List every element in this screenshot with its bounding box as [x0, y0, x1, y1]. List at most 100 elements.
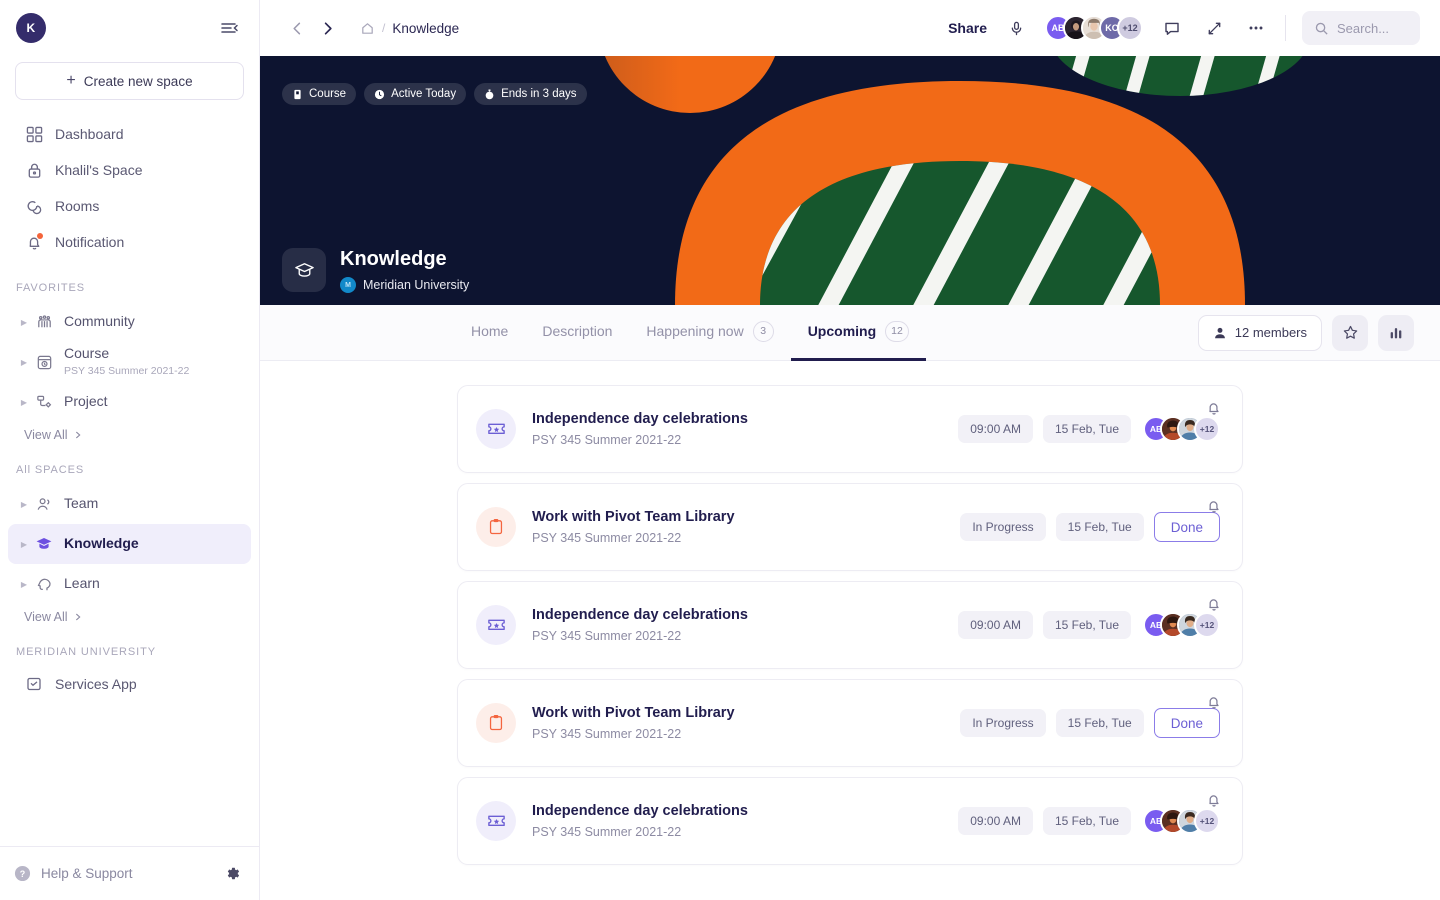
sidebar-space-team[interactable]: ▶ Team: [8, 484, 251, 524]
more-options-icon[interactable]: [1243, 15, 1269, 41]
microphone-icon[interactable]: [1003, 15, 1029, 41]
avatar-overflow-count[interactable]: +12: [1194, 808, 1220, 834]
sidebar-item-rooms[interactable]: Rooms: [8, 188, 251, 224]
ticket-star-icon: [476, 409, 516, 449]
card-text: Independence day celebrations PSY 345 Su…: [532, 607, 748, 643]
sidebar-item-notification[interactable]: Notification: [8, 224, 251, 260]
date-pill: 15 Feb, Tue: [1055, 709, 1144, 737]
all-spaces-view-all[interactable]: View All: [0, 604, 259, 624]
chevron-right-icon[interactable]: ▶: [16, 580, 32, 589]
back-icon[interactable]: [282, 13, 312, 43]
sidebar-label-services-app: Services App: [55, 676, 137, 692]
badge-ends-in: Ends in 3 days: [474, 83, 587, 105]
card-subtitle: PSY 345 Summer 2021-22: [532, 531, 682, 545]
avatar-overflow-count[interactable]: +12: [1194, 612, 1220, 638]
sidebar-label-rooms: Rooms: [55, 198, 100, 214]
settings-gear-icon[interactable]: [224, 865, 241, 882]
bell-icon[interactable]: [1206, 400, 1222, 416]
avatar-overflow-count[interactable]: +12: [1194, 416, 1220, 442]
space-text: Learn: [64, 575, 100, 593]
clock-icon: [374, 89, 385, 99]
time-pill: 09:00 AM: [958, 415, 1033, 443]
chevron-right-icon[interactable]: ▶: [16, 398, 32, 407]
tab-description[interactable]: Description: [525, 305, 629, 361]
analytics-chart-icon[interactable]: [1378, 314, 1414, 351]
home-icon[interactable]: [360, 21, 375, 36]
create-new-space-button[interactable]: + Create new space: [15, 62, 244, 100]
status-pill: In Progress: [960, 709, 1046, 737]
tab-upcoming[interactable]: Upcoming 12: [790, 305, 926, 361]
clipboard-icon: [476, 703, 516, 743]
bell-icon[interactable]: [1206, 596, 1222, 612]
list-item[interactable]: Work with Pivot Team Library PSY 345 Sum…: [457, 483, 1243, 571]
sidebar-footer: ? Help & Support: [0, 846, 259, 900]
sidebar-item-dashboard[interactable]: Dashboard: [8, 116, 251, 152]
chevron-right-icon[interactable]: ▶: [16, 358, 32, 367]
collapse-sidebar-icon[interactable]: [217, 16, 241, 40]
sidebar-space-course[interactable]: ▶ Course PSY 345 Summer 2021-22: [8, 342, 251, 382]
bell-icon[interactable]: [1206, 792, 1222, 808]
card-avatar-stack[interactable]: AB +12: [1143, 612, 1220, 638]
card-subtitle: PSY 345 Summer 2021-22: [532, 727, 682, 741]
date-pill: 15 Feb, Tue: [1055, 513, 1144, 541]
ticket-star-icon: [476, 605, 516, 645]
favorites-section-label: FAVORITES: [16, 282, 86, 294]
ticket-star-icon: [476, 801, 516, 841]
favorites-view-all[interactable]: View All: [0, 422, 259, 442]
search-icon: [1315, 22, 1328, 35]
tab-happening-now-label: Happening now: [646, 323, 744, 339]
list-item[interactable]: Independence day celebrations PSY 345 Su…: [457, 581, 1243, 669]
tab-happening-now[interactable]: Happening now 3: [629, 305, 790, 361]
user-avatar[interactable]: K: [16, 13, 46, 43]
share-button[interactable]: Share: [948, 20, 987, 36]
chevron-right-icon[interactable]: ▶: [16, 540, 32, 549]
members-button[interactable]: 12 members: [1197, 314, 1322, 351]
card-subtitle: PSY 345 Summer 2021-22: [532, 825, 682, 839]
clipboard-icon: [476, 507, 516, 547]
list-item[interactable]: Independence day celebrations PSY 345 Su…: [457, 777, 1243, 865]
card-avatar-stack[interactable]: AB +12: [1143, 416, 1220, 442]
tab-home[interactable]: Home: [454, 305, 525, 361]
avatar-overflow-count[interactable]: +12: [1117, 15, 1143, 41]
sidebar-space-knowledge[interactable]: ▶ Knowledge: [8, 524, 251, 564]
bell-icon[interactable]: [1206, 694, 1222, 710]
badge-ends-in-label: Ends in 3 days: [501, 88, 577, 100]
search-input[interactable]: Search...: [1302, 11, 1420, 45]
calendar-clock-icon: [32, 353, 56, 372]
help-and-support-button[interactable]: ? Help & Support: [14, 865, 133, 882]
topbar-avatar-stack[interactable]: AB KO +12: [1045, 15, 1143, 41]
badge-course-label: Course: [309, 88, 347, 100]
breadcrumb: / Knowledge: [360, 21, 459, 36]
comment-icon[interactable]: [1159, 15, 1185, 41]
chevron-right-icon[interactable]: ▶: [16, 500, 32, 509]
breadcrumb-current[interactable]: Knowledge: [392, 21, 459, 36]
expand-icon[interactable]: [1201, 15, 1227, 41]
card-text: Independence day celebrations PSY 345 Su…: [532, 411, 748, 447]
sidebar-space-project[interactable]: ▶ Project: [8, 382, 251, 422]
hero-text: Knowledge M Meridian University: [340, 247, 469, 293]
favorites-view-all-label: View All: [24, 428, 68, 442]
users-icon: [32, 495, 56, 514]
card-avatar-stack[interactable]: AB +12: [1143, 808, 1220, 834]
sidebar-space-learn[interactable]: ▶ Learn: [8, 564, 251, 604]
done-button[interactable]: Done: [1153, 708, 1220, 738]
list-item[interactable]: Independence day celebrations PSY 345 Su…: [457, 385, 1243, 473]
list-item[interactable]: Work with Pivot Team Library PSY 345 Sum…: [457, 679, 1243, 767]
forward-icon[interactable]: [312, 13, 342, 43]
chevron-right-icon[interactable]: ▶: [16, 318, 32, 327]
badge-active-today: Active Today: [364, 83, 467, 105]
sidebar-header: K: [0, 0, 259, 56]
sidebar-space-community[interactable]: ▶ Community: [8, 302, 251, 342]
graduation-cap-icon: [282, 248, 326, 292]
space-sub-course: PSY 345 Summer 2021-22: [64, 364, 190, 377]
space-text: Community: [64, 313, 135, 331]
date-pill: 15 Feb, Tue: [1042, 415, 1131, 443]
sidebar-item-services-app[interactable]: Services App: [8, 666, 251, 702]
all-spaces-view-all-label: View All: [24, 610, 68, 624]
sidebar-item-khalils-space[interactable]: Khalil's Space: [8, 152, 251, 188]
done-button[interactable]: Done: [1153, 512, 1220, 542]
sidebar-label-khalils-space: Khalil's Space: [55, 162, 143, 178]
space-name-learn: Learn: [64, 575, 100, 592]
bell-icon[interactable]: [1206, 498, 1222, 514]
favorite-star-icon[interactable]: [1332, 314, 1368, 351]
